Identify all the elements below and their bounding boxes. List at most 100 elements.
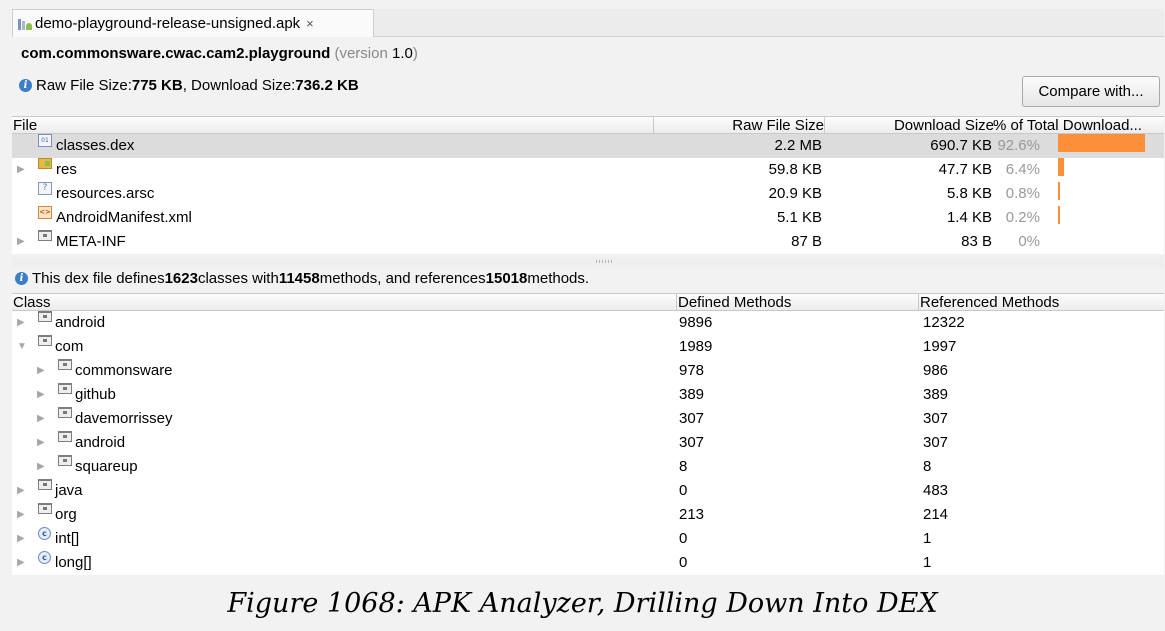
file-name: res [56,161,77,178]
column-header-defined-methods[interactable]: Defined Methods [678,294,791,311]
apk-files-table: File Raw File Size Download Size % of To… [12,116,1164,254]
figure-caption: Figure 1068: APK Analyzer, Drilling Down… [227,588,938,619]
class-name: org [55,506,77,523]
class-row[interactable]: ▶ org 213 214 [12,503,1164,527]
raw-size-value: 775 KB [131,77,183,94]
splitter-grip[interactable] [596,260,612,263]
folder-icon [38,230,52,241]
download-share-bar [1058,158,1064,176]
class-name: com [55,338,84,355]
column-header-download-size[interactable]: Download Size [825,117,994,134]
dex-classes-table: Class Defined Methods Referenced Methods… [12,293,1164,575]
expand-arrow-icon[interactable]: ▶ [17,230,25,254]
raw-size-label: Raw File Size: [36,77,132,94]
column-header-class[interactable]: Class [13,294,51,311]
column-header-percent-download[interactable]: % of Total Download... [993,117,1142,134]
percent-of-download: 0.8% [1005,185,1040,202]
download-size: 47.7 KB [938,161,992,178]
referenced-methods: 307 [923,410,949,427]
dex-summary-text: classes with [197,270,279,287]
class-row[interactable]: ▶ c long[] 0 1 [12,551,1164,575]
package-icon [58,407,72,418]
file-row[interactable]: ? resources.arsc 20.9 KB 5.8 KB 0.8% [12,182,1164,206]
tab-title: demo-playground-release-unsigned.apk [35,15,301,32]
package-line: com.commonsware.cwac.cam2.playground (ve… [21,45,418,62]
package-icon [58,383,72,394]
column-divider[interactable] [918,294,919,311]
file-name: resources.arsc [56,185,155,202]
raw-file-size: 5.1 KB [776,209,822,226]
expand-arrow-icon[interactable]: ▶ [37,431,45,455]
file-name: classes.dex [56,137,135,154]
class-row[interactable]: ▶ java 0 483 [12,479,1164,503]
class-row[interactable]: ▶ davemorrissey 307 307 [12,407,1164,431]
compare-with-button[interactable]: Compare with... [1022,76,1160,107]
class-name: github [75,386,116,403]
defined-methods: 213 [679,506,705,523]
info-icon: i [15,272,28,285]
referenced-methods: 8 [923,458,932,475]
class-name: java [55,482,83,499]
class-row[interactable]: ▶ android 307 307 [12,431,1164,455]
expand-arrow-icon[interactable]: ▶ [37,455,45,479]
class-row[interactable]: ▶ android 9896 12322 [12,311,1164,335]
class-row[interactable]: ▶ commonsware 978 986 [12,359,1164,383]
file-row[interactable]: ▶ META-INF 87 B 83 B 0% [12,230,1164,254]
expand-arrow-icon[interactable]: ▶ [37,407,45,431]
class-name: long[] [55,554,92,571]
version-label: (version 1.0) [334,45,418,62]
size-summary: i Raw File Size: 775 KB , Download Size:… [19,77,359,94]
defined-methods: 8 [679,458,688,475]
file-name: AndroidManifest.xml [56,209,192,226]
collapse-arrow-icon[interactable]: ▼ [17,335,27,359]
expand-arrow-icon[interactable]: ▶ [17,311,25,335]
column-divider[interactable] [676,294,677,311]
class-count: 1623 [164,270,198,287]
expand-arrow-icon[interactable]: ▶ [37,383,45,407]
download-size: 1.4 KB [946,209,992,226]
package-icon [58,455,72,466]
expand-arrow-icon[interactable]: ▶ [17,158,25,182]
class-icon: c [38,527,51,540]
file-row[interactable]: 01 classes.dex 2.2 MB 690.7 KB 92.6% [12,134,1164,158]
file-row[interactable]: <> AndroidManifest.xml 5.1 KB 1.4 KB 0.2% [12,206,1164,230]
class-row[interactable]: ▼ com 1989 1997 [12,335,1164,359]
column-header-raw-size[interactable]: Raw File Size [654,117,824,134]
raw-file-size: 87 B [791,233,822,250]
download-share-bar [1058,134,1145,152]
download-share-bar [1058,206,1060,224]
expand-arrow-icon[interactable]: ▶ [17,503,25,527]
files-table-header: File Raw File Size Download Size % of To… [12,116,1164,134]
class-name: android [75,434,126,451]
defined-methods: 307 [679,434,705,451]
expand-arrow-icon[interactable]: ▶ [37,359,45,383]
expand-arrow-icon[interactable]: ▶ [17,479,25,503]
apk-file-icon [17,17,33,31]
raw-file-size: 20.9 KB [768,185,822,202]
package-icon [38,311,52,322]
files-table-body: 01 classes.dex 2.2 MB 690.7 KB 92.6% ▶ res 59.8… [12,134,1164,254]
class-row[interactable]: ▶ c int[] 0 1 [12,527,1164,551]
panel-splitter[interactable] [12,257,1164,269]
package-name: com.commonsware.cwac.cam2.playground [21,45,331,62]
expand-arrow-icon[interactable]: ▶ [17,551,25,575]
file-row[interactable]: ▶ res 59.8 KB 47.7 KB 6.4% [12,158,1164,182]
download-share-bar [1058,182,1060,200]
column-header-referenced-methods[interactable]: Referenced Methods [920,294,1059,311]
column-header-file[interactable]: File [13,117,37,134]
method-count: 11458 [278,270,320,287]
referenced-methods: 307 [923,434,949,451]
referenced-methods: 1997 [923,338,957,355]
referenced-methods: 12322 [923,314,965,331]
expand-arrow-icon[interactable]: ▶ [17,527,25,551]
editor-tab-strip: demo-playground-release-unsigned.apk × [12,9,1164,37]
arsc-file-icon: ? [38,182,52,195]
resource-folder-icon [38,158,52,169]
class-name: squareup [75,458,138,475]
package-icon [38,335,52,346]
class-row[interactable]: ▶ github 389 389 [12,383,1164,407]
file-name: META-INF [56,233,126,250]
close-tab-icon[interactable]: × [306,16,314,31]
apk-file-tab[interactable]: demo-playground-release-unsigned.apk × [12,9,374,37]
class-row[interactable]: ▶ squareup 8 8 [12,455,1164,479]
